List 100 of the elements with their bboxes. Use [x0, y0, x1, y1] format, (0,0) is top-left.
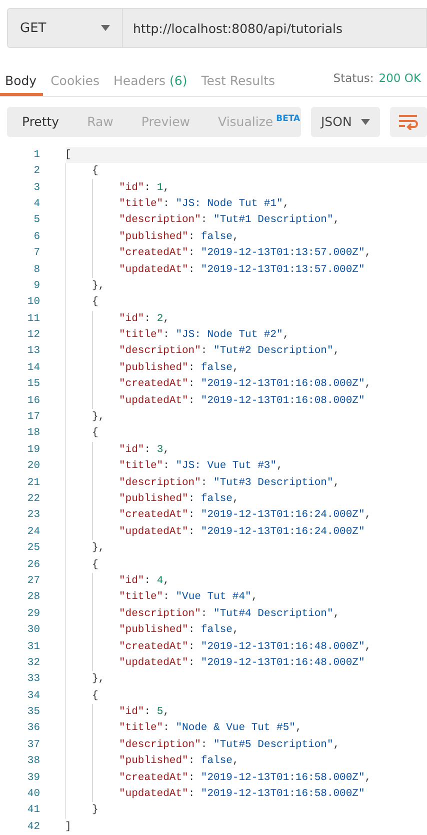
- line-number: 40: [26, 788, 40, 800]
- code-line: "updatedAt": "2019-12-13T01:16:08.000Z": [119, 394, 365, 407]
- wrap-lines-icon: [398, 114, 418, 130]
- line-number: 27: [26, 574, 40, 587]
- line-number: 31: [26, 640, 40, 652]
- line-number: 41: [26, 804, 40, 816]
- line-number: 33: [26, 673, 40, 686]
- line-number: 28: [26, 591, 40, 604]
- line-number: 24: [26, 526, 40, 538]
- line-number: 36: [26, 722, 40, 734]
- code-line: "title": "JS: Node Tut #1",: [119, 198, 290, 210]
- code-line: "published": false,: [119, 624, 239, 636]
- line-number: 39: [26, 772, 40, 784]
- status-value: 200 OK: [378, 70, 421, 87]
- code-line: "description": "Tut#5 Description",: [119, 738, 340, 751]
- code-line: {: [92, 427, 98, 440]
- code-line: "id": 4,: [119, 574, 170, 587]
- line-number: 13: [26, 345, 40, 358]
- line-number: 16: [26, 394, 40, 407]
- code-line: "createdAt": "2019-12-13T01:16:08.000Z",: [119, 378, 372, 390]
- line-number: 32: [26, 656, 40, 669]
- view-mode-tab[interactable]: Raw: [72, 114, 126, 130]
- code-line: "title": "Vue Tut #4",: [119, 591, 258, 604]
- code-line: "id": 3,: [119, 444, 170, 456]
- code-line: "createdAt": "2019-12-13T01:16:58.000Z",: [119, 772, 372, 784]
- line-number: 30: [26, 624, 40, 636]
- code-line: "description": "Tut#3 Description",: [119, 476, 340, 489]
- code-line: "published": false,: [119, 230, 239, 243]
- code-line: "updatedAt": "2019-12-13T01:16:24.000Z": [119, 526, 365, 538]
- caret-icon: [360, 118, 370, 125]
- line-number: 42: [26, 820, 40, 833]
- line-number: 17: [26, 411, 40, 424]
- line-number: 25: [26, 542, 40, 554]
- line-number: 34: [26, 690, 40, 702]
- code-line: "title": "JS: Vue Tut #3",: [119, 460, 283, 472]
- view-mode-tab[interactable]: Visualize $^{BETA}$: [203, 114, 314, 130]
- line-number: 2: [32, 165, 40, 178]
- line-number: 38: [26, 755, 40, 768]
- code-line: },: [92, 280, 105, 292]
- response-tab[interactable]: Headers (6): [108, 66, 194, 96]
- code-line: "description": "Tut#2 Description",: [119, 345, 340, 358]
- code-line: "title": "Node & Vue Tut #5",: [119, 722, 302, 734]
- view-mode-tab[interactable]: Preview: [126, 114, 204, 130]
- code-line: "id": 5,: [119, 706, 170, 718]
- line-number: 6: [32, 230, 40, 243]
- code-line: "published": false,: [119, 492, 239, 505]
- line-number: 5: [32, 214, 40, 226]
- line-number: 12: [26, 329, 40, 342]
- code-line: "id": 1,: [119, 182, 170, 194]
- response-tab[interactable]: Test Results: [196, 66, 281, 96]
- code-line: },: [92, 673, 105, 686]
- code-line: "title": "JS: Node Tut #2",: [119, 329, 290, 342]
- line-number: 7: [32, 247, 40, 260]
- code-line: [: [65, 148, 72, 161]
- response-tab[interactable]: Body: [0, 66, 43, 96]
- line-number: 15: [26, 378, 40, 390]
- line-number: 35: [26, 706, 40, 718]
- code-line: },: [92, 411, 105, 424]
- code-line: "updatedAt": "2019-12-13T01:16:58.000Z": [119, 788, 365, 800]
- code-line: },: [92, 542, 105, 554]
- code-line: "createdAt": "2019-12-13T01:13:57.000Z",: [119, 247, 372, 260]
- code-line: "published": false,: [119, 755, 239, 768]
- code-line: {: [92, 165, 98, 178]
- format-dropdown[interactable]: JSON: [311, 106, 380, 137]
- url-field[interactable]: http://localhost:8080/api/tutorials: [123, 8, 427, 48]
- code-line: "id": 2,: [119, 312, 170, 325]
- line-number: 4: [32, 198, 40, 210]
- line-number: 8: [32, 264, 40, 276]
- line-number: 3: [32, 182, 40, 194]
- wrap-button[interactable]: [390, 106, 427, 137]
- code-line: ]: [65, 820, 72, 833]
- line-number: 20: [26, 460, 40, 472]
- code-line: "description": "Tut#4 Description",: [119, 608, 340, 620]
- line-number: 21: [26, 476, 40, 489]
- method-dropdown[interactable]: GET: [7, 8, 123, 48]
- line-number: 23: [26, 509, 40, 522]
- code-line: "createdAt": "2019-12-13T01:16:24.000Z",: [119, 509, 372, 522]
- line-number: 19: [26, 444, 40, 456]
- code-line: {: [92, 690, 98, 702]
- line-number: 10: [26, 296, 40, 308]
- code-line: "createdAt": "2019-12-13T01:16:48.000Z",: [119, 640, 372, 652]
- code-line: "description": "Tut#1 Description",: [119, 214, 340, 226]
- view-mode-tab[interactable]: Pretty: [7, 114, 72, 130]
- line-number: 11: [26, 312, 40, 325]
- response-tab[interactable]: Cookies: [46, 66, 106, 96]
- code-line: "updatedAt": "2019-12-13T01:13:57.000Z": [119, 264, 365, 276]
- code-line: "published": false,: [119, 362, 239, 374]
- code-line: {: [92, 558, 98, 571]
- line-number: 9: [32, 280, 40, 292]
- line-number: 26: [26, 558, 40, 571]
- line-number: 37: [26, 738, 40, 751]
- code-line: {: [92, 296, 98, 308]
- line-number: 1: [32, 148, 40, 161]
- status-label: Status:: [333, 70, 374, 87]
- line-number: 22: [26, 492, 40, 505]
- line-number: 18: [26, 427, 40, 440]
- code-line: }: [92, 804, 98, 816]
- caret-icon: [101, 25, 110, 31]
- code-line: "updatedAt": "2019-12-13T01:16:48.000Z": [119, 656, 365, 669]
- line-number: 14: [26, 362, 40, 374]
